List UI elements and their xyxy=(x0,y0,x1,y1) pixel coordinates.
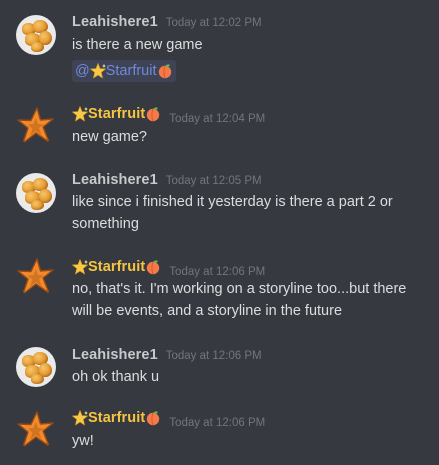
username-text: Starfruit xyxy=(88,259,146,275)
message-text: is there a new game xyxy=(72,37,203,53)
user-mention[interactable]: @ Starfruit xyxy=(72,60,176,82)
timestamp[interactable]: Today at 12:06 PM xyxy=(169,417,265,429)
message-group: Leahishere1 Today at 12:06 PM oh ok than… xyxy=(0,347,439,407)
username[interactable]: Starfruit xyxy=(72,259,161,275)
message-group: Starfruit Today at 12:04 PM new game? xyxy=(0,92,439,167)
message-group: Starfruit Today at 12:06 PM no, that's i… xyxy=(0,257,439,347)
username[interactable]: Leahishere1 xyxy=(72,347,158,363)
message-header: Leahishere1 Today at 12:05 PM xyxy=(72,172,262,192)
sparkle-star-icon xyxy=(72,259,88,275)
mention-at: @ xyxy=(75,63,90,79)
peach-icon xyxy=(147,260,160,275)
username-text: Starfruit xyxy=(88,106,146,122)
peach-icon xyxy=(147,107,160,122)
chicken-nuggets-icon xyxy=(16,347,56,387)
sparkle-star-icon xyxy=(89,63,106,79)
message-header: Starfruit Today at 12:06 PM xyxy=(72,410,265,430)
username[interactable]: Starfruit xyxy=(72,106,161,122)
message-text: like since i finished it yesterday is th… xyxy=(72,194,393,232)
peach-icon xyxy=(158,64,171,79)
peach-icon xyxy=(147,411,160,426)
mention-name: Starfruit xyxy=(105,63,157,79)
avatar-starfruit[interactable] xyxy=(16,106,56,146)
username[interactable]: Leahishere1 xyxy=(72,172,158,188)
orange-starfish-icon xyxy=(17,107,54,144)
message-text: oh ok thank u xyxy=(72,369,160,385)
message-group: Leahishere1 Today at 12:05 PM like since… xyxy=(0,167,439,257)
timestamp[interactable]: Today at 12:02 PM xyxy=(166,17,262,29)
message-header: Leahishere1 Today at 12:06 PM xyxy=(72,347,262,367)
chat-message-list: Leahishere1 Today at 12:02 PM is there a… xyxy=(0,0,439,465)
chicken-nuggets-icon xyxy=(16,173,56,213)
message-text: new game? xyxy=(72,129,147,145)
avatar-starfruit[interactable] xyxy=(16,257,56,297)
orange-starfish-icon xyxy=(17,258,54,295)
message-text: yw! xyxy=(72,433,94,449)
username[interactable]: Starfruit xyxy=(72,410,161,426)
orange-starfish-icon xyxy=(17,411,54,448)
message-header: Starfruit Today at 12:04 PM xyxy=(72,106,265,126)
username-text: Starfruit xyxy=(88,410,146,426)
message-group: Starfruit Today at 12:06 PM yw! xyxy=(0,407,439,465)
sparkle-star-icon xyxy=(72,106,88,122)
message-group: Leahishere1 Today at 12:02 PM is there a… xyxy=(0,0,439,92)
avatar-leahishere1[interactable] xyxy=(16,347,56,387)
timestamp[interactable]: Today at 12:06 PM xyxy=(166,350,262,362)
sparkle-star-icon xyxy=(72,410,88,426)
message-text: no, that's it. I'm working on a storylin… xyxy=(72,281,407,319)
avatar-leahishere1[interactable] xyxy=(16,15,56,55)
avatar-starfruit[interactable] xyxy=(16,410,56,450)
chicken-nuggets-icon xyxy=(16,15,56,55)
avatar-leahishere1[interactable] xyxy=(16,173,56,213)
timestamp[interactable]: Today at 12:06 PM xyxy=(169,266,265,278)
username[interactable]: Leahishere1 xyxy=(72,14,158,30)
message-header: Starfruit Today at 12:06 PM xyxy=(72,259,265,279)
timestamp[interactable]: Today at 12:05 PM xyxy=(166,175,262,187)
timestamp[interactable]: Today at 12:04 PM xyxy=(169,113,265,125)
message-header: Leahishere1 Today at 12:02 PM xyxy=(72,14,262,34)
